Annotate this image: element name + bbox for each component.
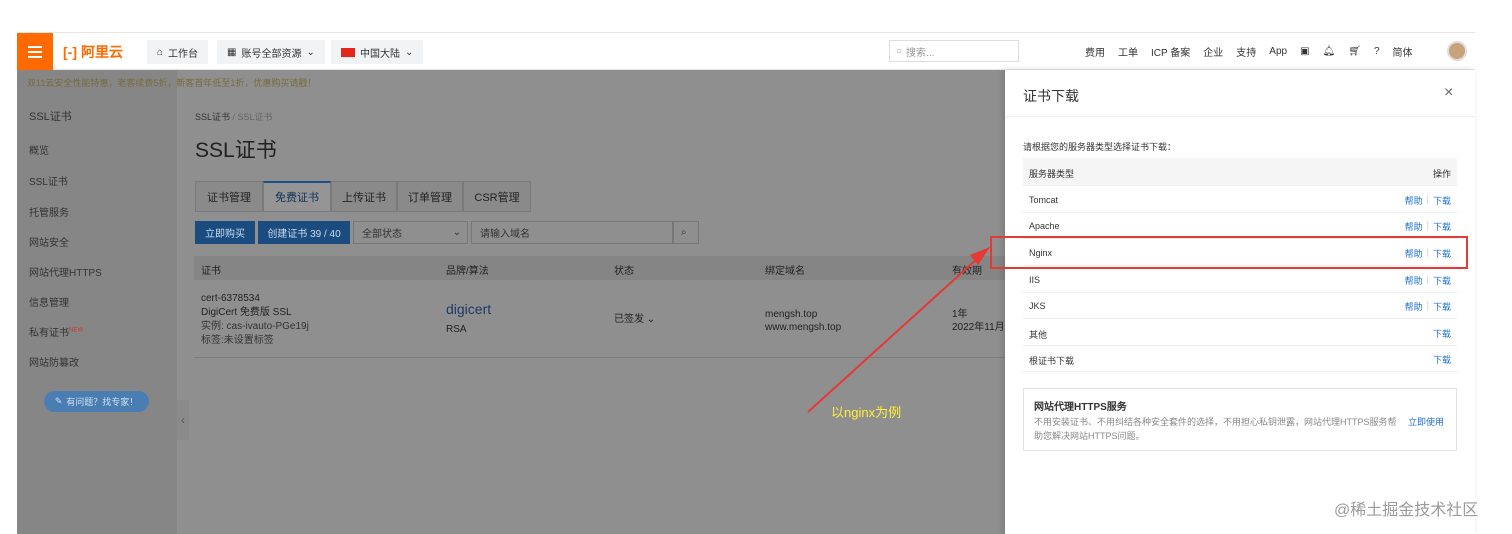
annotation-arrow [807,247,990,413]
watermark: @稀土掘金技术社区 [1334,502,1479,519]
annotation-text: 以nginx为例 [831,405,902,420]
